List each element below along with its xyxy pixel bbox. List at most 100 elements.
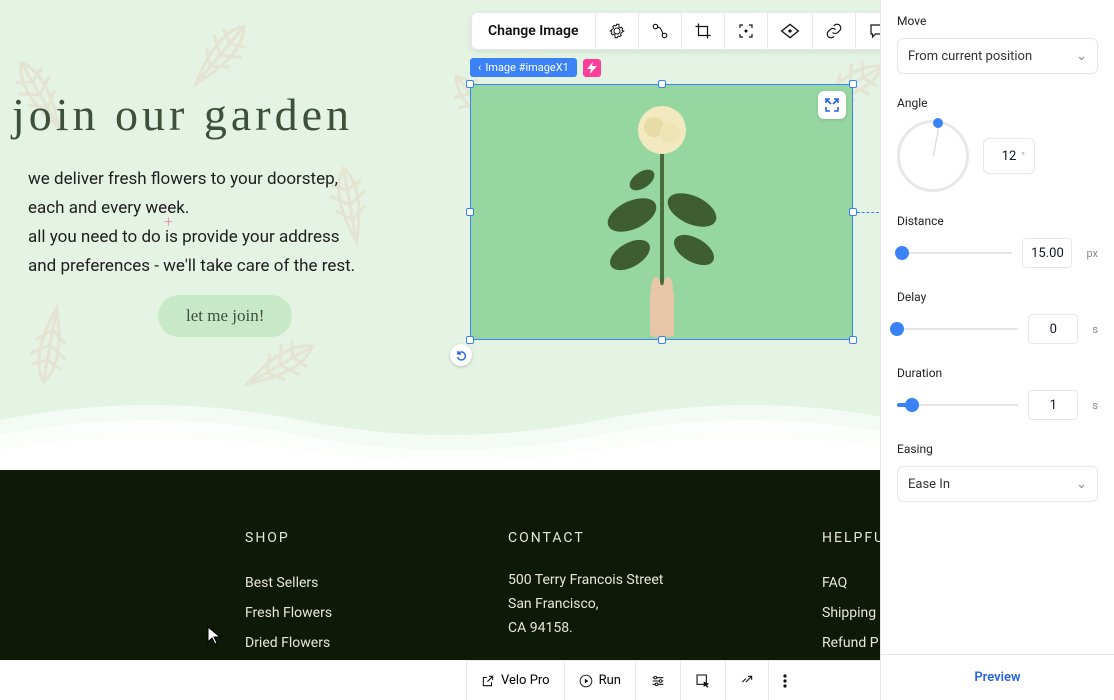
animation-icon (651, 22, 669, 40)
settings-button[interactable] (596, 13, 639, 49)
more-button[interactable] (769, 661, 801, 700)
properties-panel: Move From current position ⌄ Angle 12 ° … (880, 0, 1114, 700)
expand-button[interactable] (818, 91, 846, 119)
resize-handle-tr[interactable] (849, 80, 857, 88)
duration-slider[interactable] (897, 395, 1018, 415)
angle-dial[interactable] (897, 120, 969, 192)
slider-thumb[interactable] (895, 246, 909, 260)
resize-handle-tm[interactable] (658, 80, 666, 88)
focal-icon (737, 22, 755, 40)
resize-handle-br[interactable] (849, 336, 857, 344)
anchor-plus-icon: + (164, 212, 173, 231)
distance-unit: px (1086, 247, 1098, 260)
duration-input[interactable]: 1 (1028, 390, 1078, 420)
easing-select[interactable]: Ease In ⌄ (897, 466, 1098, 502)
wave-divider (0, 380, 880, 470)
change-image-button[interactable]: Change Image (472, 13, 596, 49)
chevron-left-icon: ‹ (478, 61, 481, 74)
maximize-button[interactable] (726, 661, 769, 700)
link-button[interactable] (813, 13, 856, 49)
angle-label: Angle (897, 96, 1098, 110)
footer-text: San Francisco, (508, 592, 663, 616)
resize-handle-bm[interactable] (658, 336, 666, 344)
footer-col-shop: SHOP Best Sellers Fresh Flowers Dried Fl… (245, 530, 332, 658)
run-button[interactable]: Run (565, 661, 636, 700)
move-value: From current position (908, 49, 1032, 64)
gear-icon (608, 22, 626, 40)
site-footer[interactable]: SHOP Best Sellers Fresh Flowers Dried Fl… (0, 470, 880, 660)
hero-line: each and every week. (28, 194, 355, 223)
footer-heading: HELPFU (822, 530, 880, 546)
duration-label: Duration (897, 366, 1098, 380)
distance-label: Distance (897, 214, 1098, 228)
mouse-cursor-icon (207, 626, 223, 646)
delay-input[interactable]: 0 (1028, 314, 1078, 344)
reset-button[interactable] (450, 344, 472, 366)
footer-heading: CONTACT (508, 530, 663, 546)
sliders-icon (650, 674, 666, 688)
angle-unit: ° (1021, 150, 1025, 163)
hero-line: we deliver fresh flowers to your doorste… (28, 165, 355, 194)
chevron-down-icon: ⌄ (1076, 49, 1087, 64)
animation-bolt-chip[interactable] (583, 59, 601, 77)
element-label: Image #imageX1 (485, 61, 569, 74)
easing-label: Easing (897, 442, 1098, 456)
dial-knob[interactable] (933, 118, 943, 128)
link-icon (825, 22, 843, 40)
hero-line: all you need to do is provide your addre… (28, 223, 355, 252)
dial-needle (933, 126, 939, 156)
delay-slider[interactable] (897, 319, 1018, 339)
maximize-icon (740, 674, 754, 688)
hero-headline[interactable]: join our garden (12, 88, 353, 141)
slider-thumb[interactable] (890, 322, 904, 336)
hero-subtext[interactable]: we deliver fresh flowers to your doorste… (28, 165, 355, 281)
move-select[interactable]: From current position ⌄ (897, 38, 1098, 74)
angle-input[interactable]: 12 (983, 138, 1035, 174)
footer-col-contact: CONTACT 500 Terry Francois Street San Fr… (508, 530, 663, 640)
footer-text: CA 94158. (508, 616, 663, 640)
resize-handle-mr[interactable] (849, 208, 857, 216)
hero-line: and preferences - we'll take care of the… (28, 252, 355, 281)
footer-link[interactable]: Dried Flowers (245, 628, 332, 658)
velo-pro-button[interactable]: Velo Pro (467, 661, 565, 700)
distance-slider[interactable] (897, 243, 1012, 263)
preview-button[interactable]: Preview (881, 654, 1114, 700)
move-label: Move (897, 14, 1098, 28)
cta-button[interactable]: let me join! (158, 295, 292, 337)
inspect-icon (695, 673, 711, 689)
footer-link[interactable]: Best Sellers (245, 568, 332, 598)
resize-handle-tl[interactable] (466, 80, 474, 88)
element-label-chip[interactable]: ‹ Image #imageX1 (470, 58, 577, 77)
crop-icon (694, 22, 712, 40)
footer-link[interactable]: Fresh Flowers (245, 598, 332, 628)
inspect-button[interactable] (681, 661, 726, 700)
mask-icon (780, 22, 800, 40)
rose-image (572, 85, 752, 341)
mask-button[interactable] (768, 13, 813, 49)
slider-thumb[interactable] (905, 398, 919, 412)
duration-unit: s (1092, 399, 1098, 412)
element-toolbar: Change Image (471, 12, 899, 50)
undo-icon (455, 349, 467, 361)
play-icon (579, 674, 593, 688)
bolt-icon (587, 62, 597, 74)
distance-input[interactable]: 15.00 (1022, 238, 1072, 268)
crop-button[interactable] (682, 13, 725, 49)
external-icon (481, 674, 495, 688)
easing-value: Ease In (908, 477, 950, 492)
resize-handle-ml[interactable] (466, 208, 474, 216)
focal-point-button[interactable] (725, 13, 768, 49)
expand-icon (825, 98, 839, 112)
selected-image[interactable] (470, 84, 853, 340)
footer-link[interactable]: Refund P (822, 628, 880, 658)
dev-toolbar: Velo Pro Run (466, 660, 880, 700)
delay-label: Delay (897, 290, 1098, 304)
tools-button[interactable] (636, 661, 681, 700)
chevron-down-icon: ⌄ (1076, 477, 1087, 492)
footer-link[interactable]: Shipping (822, 598, 880, 628)
delay-unit: s (1092, 323, 1098, 336)
footer-link[interactable]: FAQ (822, 568, 880, 598)
resize-handle-bl[interactable] (466, 336, 474, 344)
animation-button[interactable] (639, 13, 682, 49)
more-vertical-icon (783, 674, 787, 688)
